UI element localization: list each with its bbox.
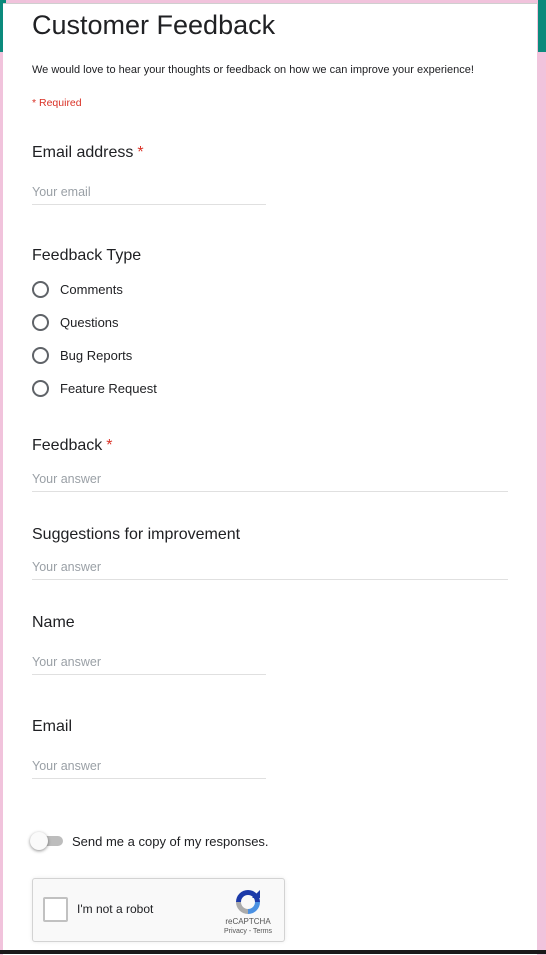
- email-address-field: [32, 182, 266, 205]
- recaptcha-brand: reCAPTCHA: [225, 917, 271, 926]
- email-address-input[interactable]: [32, 182, 266, 202]
- radio-option-feature-request[interactable]: Feature Request: [32, 377, 157, 399]
- radio-circle-icon: [32, 313, 49, 331]
- form-description: We would love to hear your thoughts or f…: [32, 64, 474, 76]
- question-name-title: Name: [32, 614, 75, 631]
- send-copy-label: Send me a copy of my responses.: [72, 833, 269, 849]
- required-note: * Required: [32, 97, 82, 109]
- required-asterisk: *: [106, 437, 113, 454]
- radio-label: Questions: [60, 314, 119, 330]
- radio-label: Comments: [60, 281, 123, 297]
- name-input[interactable]: [32, 652, 266, 672]
- toggle-knob: [30, 832, 48, 850]
- radio-circle-icon: [32, 379, 49, 397]
- form-title: Customer Feedback: [32, 10, 276, 40]
- bottom-edge: [0, 950, 546, 954]
- radio-option-questions[interactable]: Questions: [32, 311, 119, 333]
- question-suggestions-title: Suggestions for improvement: [32, 526, 241, 543]
- radio-circle-icon: [32, 280, 49, 298]
- radio-label: Bug Reports: [60, 347, 133, 363]
- recaptcha-widget: I'm not a robot reCAPTCHA Privacy - Term…: [32, 878, 285, 942]
- recaptcha-label: I'm not a robot: [77, 902, 154, 916]
- recaptcha-links[interactable]: Privacy - Terms: [213, 928, 283, 935]
- form-card: Customer Feedback We would love to hear …: [3, 3, 537, 955]
- question-feedback-title: Feedback *: [32, 437, 113, 455]
- feedback-input[interactable]: [32, 469, 508, 489]
- recaptcha-checkbox[interactable]: [43, 897, 68, 922]
- feedback-field: [32, 469, 508, 492]
- question-email-address-title: Email address *: [32, 144, 144, 162]
- send-copy-toggle[interactable]: Send me a copy of my responses.: [30, 830, 269, 852]
- name-field: [32, 652, 266, 675]
- radio-label: Feature Request: [60, 380, 157, 396]
- recaptcha-logo-icon: [236, 890, 260, 914]
- toggle-switch[interactable]: [30, 832, 63, 850]
- question-label: Feedback: [32, 437, 103, 454]
- radio-circle-icon: [32, 346, 49, 364]
- header-accent-right: [538, 0, 546, 52]
- question-email-title: Email: [32, 718, 73, 735]
- suggestions-input[interactable]: [32, 557, 508, 577]
- radio-option-comments[interactable]: Comments: [32, 278, 123, 300]
- question-feedback-type-title: Feedback Type: [32, 247, 142, 264]
- email-input[interactable]: [32, 756, 266, 776]
- email-field: [32, 756, 266, 779]
- suggestions-field: [32, 557, 508, 580]
- question-label: Email address: [32, 144, 134, 161]
- radio-option-bug-reports[interactable]: Bug Reports: [32, 344, 132, 366]
- required-asterisk: *: [137, 144, 144, 161]
